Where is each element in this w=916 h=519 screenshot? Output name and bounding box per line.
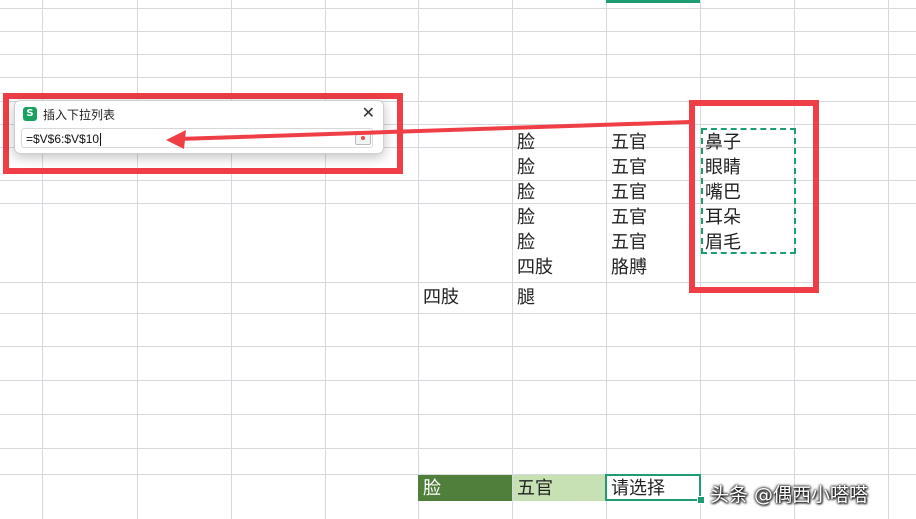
annotation-arrow [166,120,692,149]
watermark-text: 头条 @偶西小嗒嗒 [710,484,869,506]
